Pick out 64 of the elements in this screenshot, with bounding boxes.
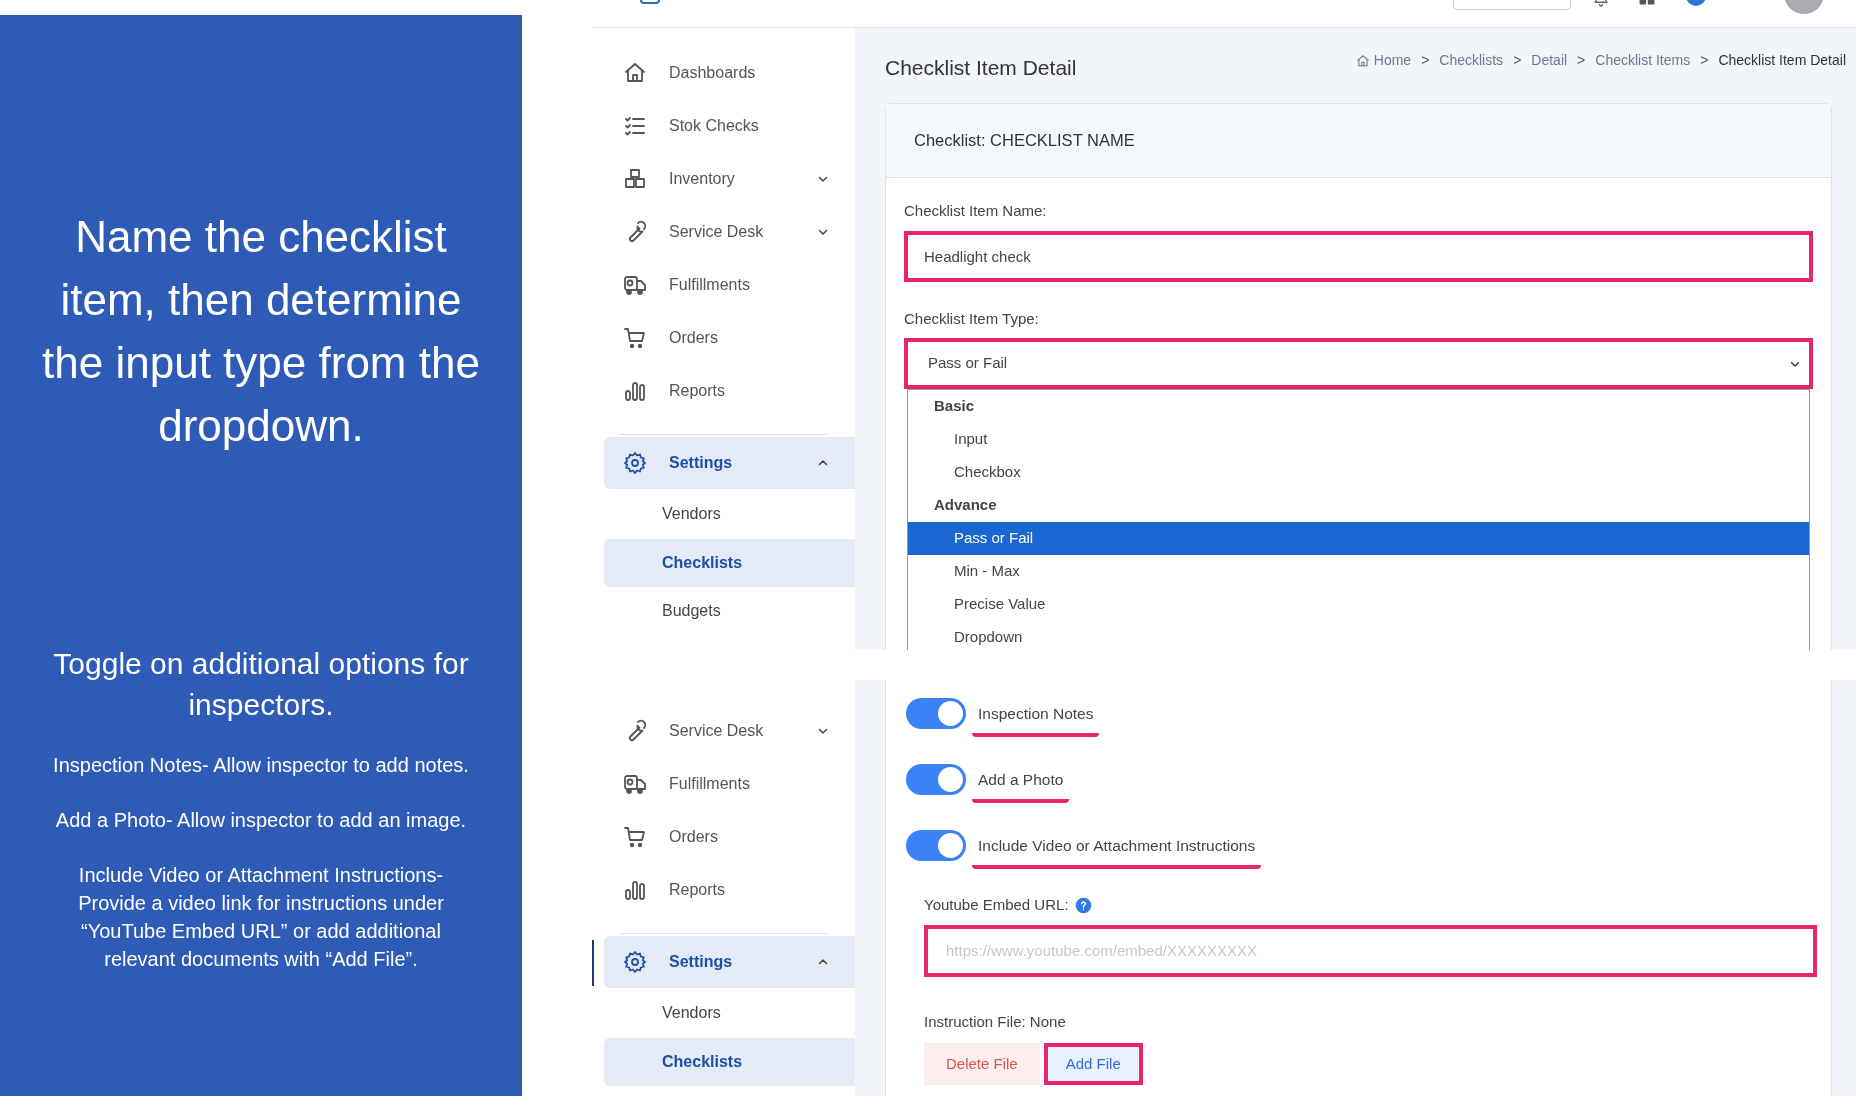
panel-subheading: Toggle on additional options for inspectors.	[52, 646, 470, 723]
dropdown-option[interactable]: Pass or Fail	[908, 522, 1809, 555]
breadcrumb-current: Checklist Item Detail	[1718, 51, 1846, 70]
cart-icon	[623, 325, 647, 350]
breadcrumb-separator: >	[1421, 51, 1430, 70]
add-button[interactable]: Add File	[1043, 1043, 1143, 1085]
sidebar-item[interactable]: Service Desk	[592, 205, 855, 258]
sidebar-item[interactable]: Settings	[604, 437, 855, 489]
sidebar-item[interactable]: Reports	[592, 863, 855, 916]
field-label: Checklist Item Name:	[904, 201, 1048, 221]
settings-icon	[623, 451, 647, 475]
sidebar-item[interactable]: Fulfillments	[592, 757, 855, 810]
file-status: Instruction File: None	[924, 1011, 1067, 1032]
toggle-switch[interactable]	[906, 698, 966, 729]
home-icon	[1355, 53, 1370, 68]
option-group-label: Basic	[933, 396, 976, 417]
delete-button[interactable]: Delete File	[924, 1043, 1040, 1085]
page-title: Checklist Item Detail	[885, 55, 1077, 81]
panel-note: Inspection Notes- Allow inspector to add notes.	[52, 753, 470, 778]
sidebar-subitem[interactable]: Checklists	[604, 539, 855, 587]
field-label: Checklist Item Type:	[904, 308, 1040, 329]
breadcrumb-link[interactable]: Home	[1373, 50, 1412, 71]
dropdown-option[interactable]: Dropdown	[908, 621, 1809, 650]
name-field[interactable]: Headlight check	[904, 230, 1813, 282]
breadcrumb-link[interactable]: Detail	[1531, 50, 1568, 71]
home-icon	[623, 60, 647, 85]
toggle-label: Inspection Notes	[972, 702, 1100, 738]
dropdown-option[interactable]: Min - Max	[908, 555, 1809, 588]
field-label: Youtube Embed URL:	[924, 895, 1069, 915]
dropdown-option[interactable]: Checkbox	[908, 456, 1809, 489]
settings-icon	[623, 950, 647, 974]
dropdown-option[interactable]: Input	[908, 423, 1809, 456]
sidebar-item[interactable]: Service Desk	[592, 704, 855, 757]
sidebar-subitem[interactable]: Checklists	[604, 1038, 855, 1086]
panel-note: Add a Photo- Allow inspector to add an image.	[54, 808, 468, 833]
boxes-icon	[623, 166, 647, 191]
option-group-label: Advance	[933, 495, 998, 516]
sidebar-item[interactable]: Settings	[604, 936, 855, 988]
toggle-switch[interactable]	[906, 764, 966, 795]
breadcrumb-link[interactable]: Checklist Items	[1595, 50, 1691, 71]
panel-note: Include Video or Attachment Instructions- Provide a video link for instructions under “YouTube Embed URL” or add additional relevant documents with “Add File”.	[77, 863, 445, 972]
sidebar-item[interactable]: Orders	[592, 311, 855, 364]
type-select[interactable]: Pass or Fail	[904, 338, 1813, 389]
toggle-switch[interactable]	[906, 830, 966, 861]
card-title: Checklist: CHECKLIST NAME	[914, 130, 1135, 152]
sidebar-subitem[interactable]: Budgets	[604, 587, 855, 635]
breadcrumb-separator: >	[1513, 51, 1522, 70]
toggle-label: Add a Photo	[972, 768, 1070, 804]
dropdown-option[interactable]: Precise Value	[908, 588, 1809, 621]
sidebar-subitem[interactable]: Vendors	[604, 988, 855, 1038]
toggle-label: Include Video or Attachment Instructions	[972, 834, 1262, 870]
sidebar-subitem[interactable]: Vendors	[604, 489, 855, 539]
sidebar-item[interactable]: Inventory	[592, 152, 855, 205]
sidebar-item[interactable]: Orders	[592, 810, 855, 863]
sidebar-item[interactable]: Stok Checks	[592, 99, 855, 152]
panel-heading: Name the checklist item, then determine the input type from the dropdown.	[41, 211, 481, 452]
sidebar-item[interactable]: Reports	[592, 364, 855, 417]
sidebar-item[interactable]: Dashboards	[592, 46, 855, 99]
breadcrumb-link[interactable]: Checklists	[1439, 50, 1504, 71]
cart-icon	[623, 824, 647, 849]
breadcrumb-separator: >	[1700, 51, 1709, 70]
breadcrumb-separator: >	[1577, 51, 1586, 70]
url-field[interactable]: https://www.youtube.com/embed/XXXXXXXXX	[924, 924, 1817, 977]
sidebar-item[interactable]: Fulfillments	[592, 258, 855, 311]
